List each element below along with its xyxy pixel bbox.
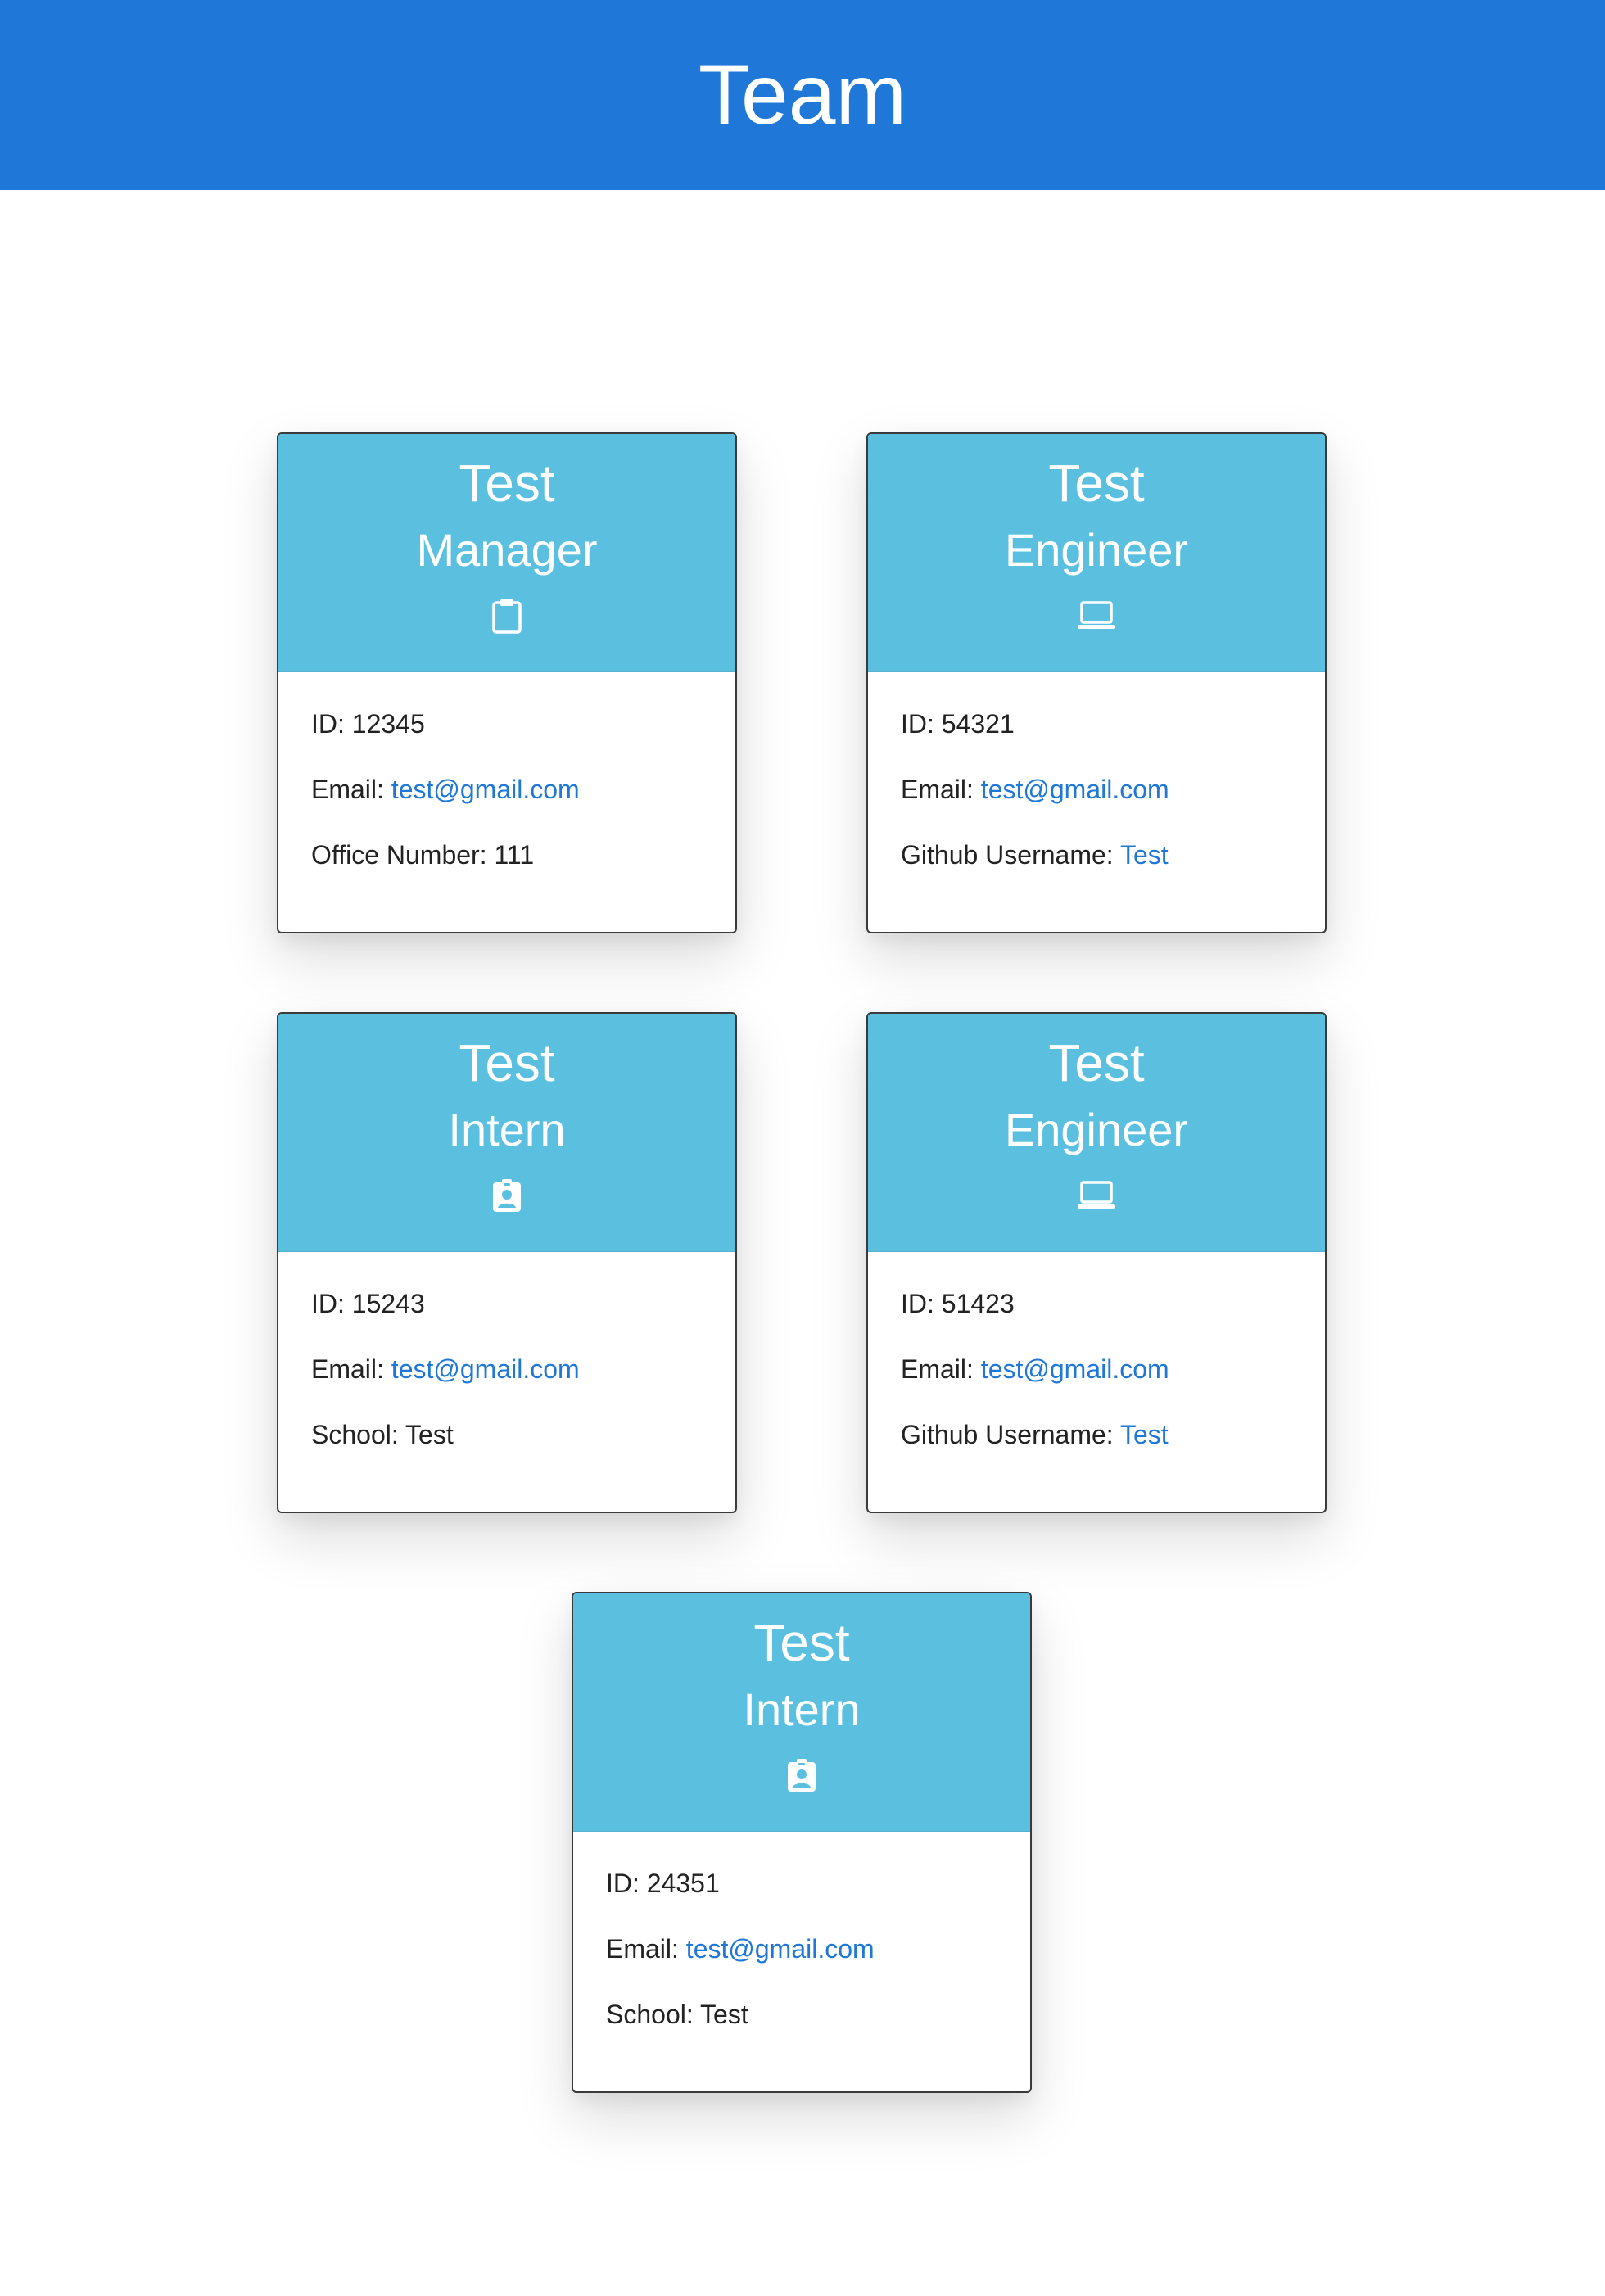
- email-label: Email:: [901, 775, 974, 804]
- card-header: Test Manager: [278, 434, 735, 672]
- card-body: ID: 12345 Email: test@gmail.com Office N…: [278, 672, 735, 870]
- id-badge-icon: [782, 1756, 821, 1795]
- github-row: Github Username: Test: [901, 839, 1292, 870]
- email-label: Email:: [311, 1354, 384, 1384]
- page-header: Team: [0, 0, 1605, 190]
- employee-email-row: Email: test@gmail.com: [311, 774, 703, 805]
- id-badge-icon: [487, 1176, 527, 1215]
- office-number: 111: [494, 840, 535, 870]
- employee-name: Test: [753, 1613, 850, 1672]
- email-link[interactable]: test@gmail.com: [981, 775, 1169, 804]
- id-label: ID:: [901, 709, 934, 739]
- employee-card-intern: Test Intern ID: 15243 Email: test@gmail.…: [277, 1012, 737, 1513]
- employee-id-row: ID: 12345: [311, 708, 703, 739]
- employee-name: Test: [1048, 1033, 1145, 1092]
- school-label: School:: [311, 1420, 399, 1449]
- employee-id-row: ID: 24351: [606, 1868, 997, 1899]
- github-row: Github Username: Test: [901, 1419, 1292, 1450]
- github-link[interactable]: Test: [1120, 1420, 1169, 1449]
- employee-id-row: ID: 15243: [311, 1288, 703, 1319]
- email-link[interactable]: test@gmail.com: [391, 775, 580, 804]
- id-label: ID:: [311, 709, 345, 739]
- employee-id: 24351: [646, 1869, 720, 1898]
- employee-card-intern: Test Intern ID: 24351 Email: test@gmail.…: [572, 1592, 1032, 2093]
- employee-name: Test: [1048, 454, 1145, 513]
- employee-id-row: ID: 51423: [901, 1288, 1292, 1319]
- employee-name: Test: [459, 1033, 555, 1092]
- school-label: School:: [606, 2000, 694, 2029]
- card-header: Test Engineer: [868, 434, 1325, 672]
- employee-name: Test: [459, 454, 555, 513]
- school-name: Test: [405, 1420, 454, 1449]
- employee-email-row: Email: test@gmail.com: [606, 1933, 997, 1964]
- id-label: ID:: [311, 1289, 345, 1318]
- card-body: ID: 54321 Email: test@gmail.com Github U…: [868, 672, 1325, 870]
- school-name: Test: [700, 2000, 748, 2029]
- employee-role: Intern: [743, 1684, 861, 1735]
- employee-card-manager: Test Manager ID: 12345 Email: test@gmail…: [277, 432, 737, 933]
- school-row: School: Test: [311, 1419, 703, 1450]
- office-number-row: Office Number: 111: [311, 839, 703, 870]
- employee-id: 51423: [941, 1289, 1015, 1318]
- id-label: ID:: [901, 1289, 934, 1318]
- employee-role: Engineer: [1004, 1104, 1189, 1155]
- card-header: Test Intern: [278, 1014, 735, 1252]
- employee-role: Intern: [448, 1104, 566, 1155]
- card-header: Test Engineer: [868, 1014, 1325, 1252]
- employee-card-engineer: Test Engineer ID: 54321 Email: test@gmai…: [866, 432, 1327, 933]
- email-link[interactable]: test@gmail.com: [981, 1354, 1169, 1384]
- office-number-label: Office Number:: [311, 840, 487, 870]
- school-row: School: Test: [606, 1999, 997, 2030]
- employee-id: 54321: [941, 709, 1015, 739]
- email-link[interactable]: test@gmail.com: [391, 1354, 580, 1384]
- card-body: ID: 51423 Email: test@gmail.com Github U…: [868, 1252, 1325, 1450]
- github-link[interactable]: Test: [1120, 840, 1169, 870]
- employee-card-engineer: Test Engineer ID: 51423 Email: test@gmai…: [866, 1012, 1327, 1513]
- email-label: Email:: [901, 1354, 974, 1384]
- email-label: Email:: [311, 775, 384, 804]
- employee-email-row: Email: test@gmail.com: [311, 1354, 703, 1385]
- employee-email-row: Email: test@gmail.com: [901, 1354, 1292, 1385]
- laptop-icon: [1077, 1176, 1116, 1215]
- employee-role: Manager: [416, 524, 598, 576]
- card-body: ID: 15243 Email: test@gmail.com School: …: [278, 1252, 735, 1450]
- id-label: ID:: [606, 1869, 640, 1898]
- email-label: Email:: [606, 1934, 679, 1964]
- card-header: Test Intern: [573, 1593, 1030, 1832]
- page-title: Team: [698, 47, 907, 142]
- github-label: Github Username:: [901, 1420, 1114, 1449]
- employee-role: Engineer: [1004, 524, 1189, 576]
- clipboard-icon: [487, 596, 527, 635]
- employee-email-row: Email: test@gmail.com: [901, 774, 1292, 805]
- laptop-icon: [1077, 596, 1116, 635]
- github-label: Github Username:: [901, 840, 1114, 870]
- employee-id: 15243: [351, 1289, 425, 1318]
- email-link[interactable]: test@gmail.com: [686, 1934, 875, 1964]
- employee-id-row: ID: 54321: [901, 708, 1292, 739]
- employee-id: 12345: [351, 709, 425, 739]
- card-body: ID: 24351 Email: test@gmail.com School: …: [573, 1832, 1030, 2030]
